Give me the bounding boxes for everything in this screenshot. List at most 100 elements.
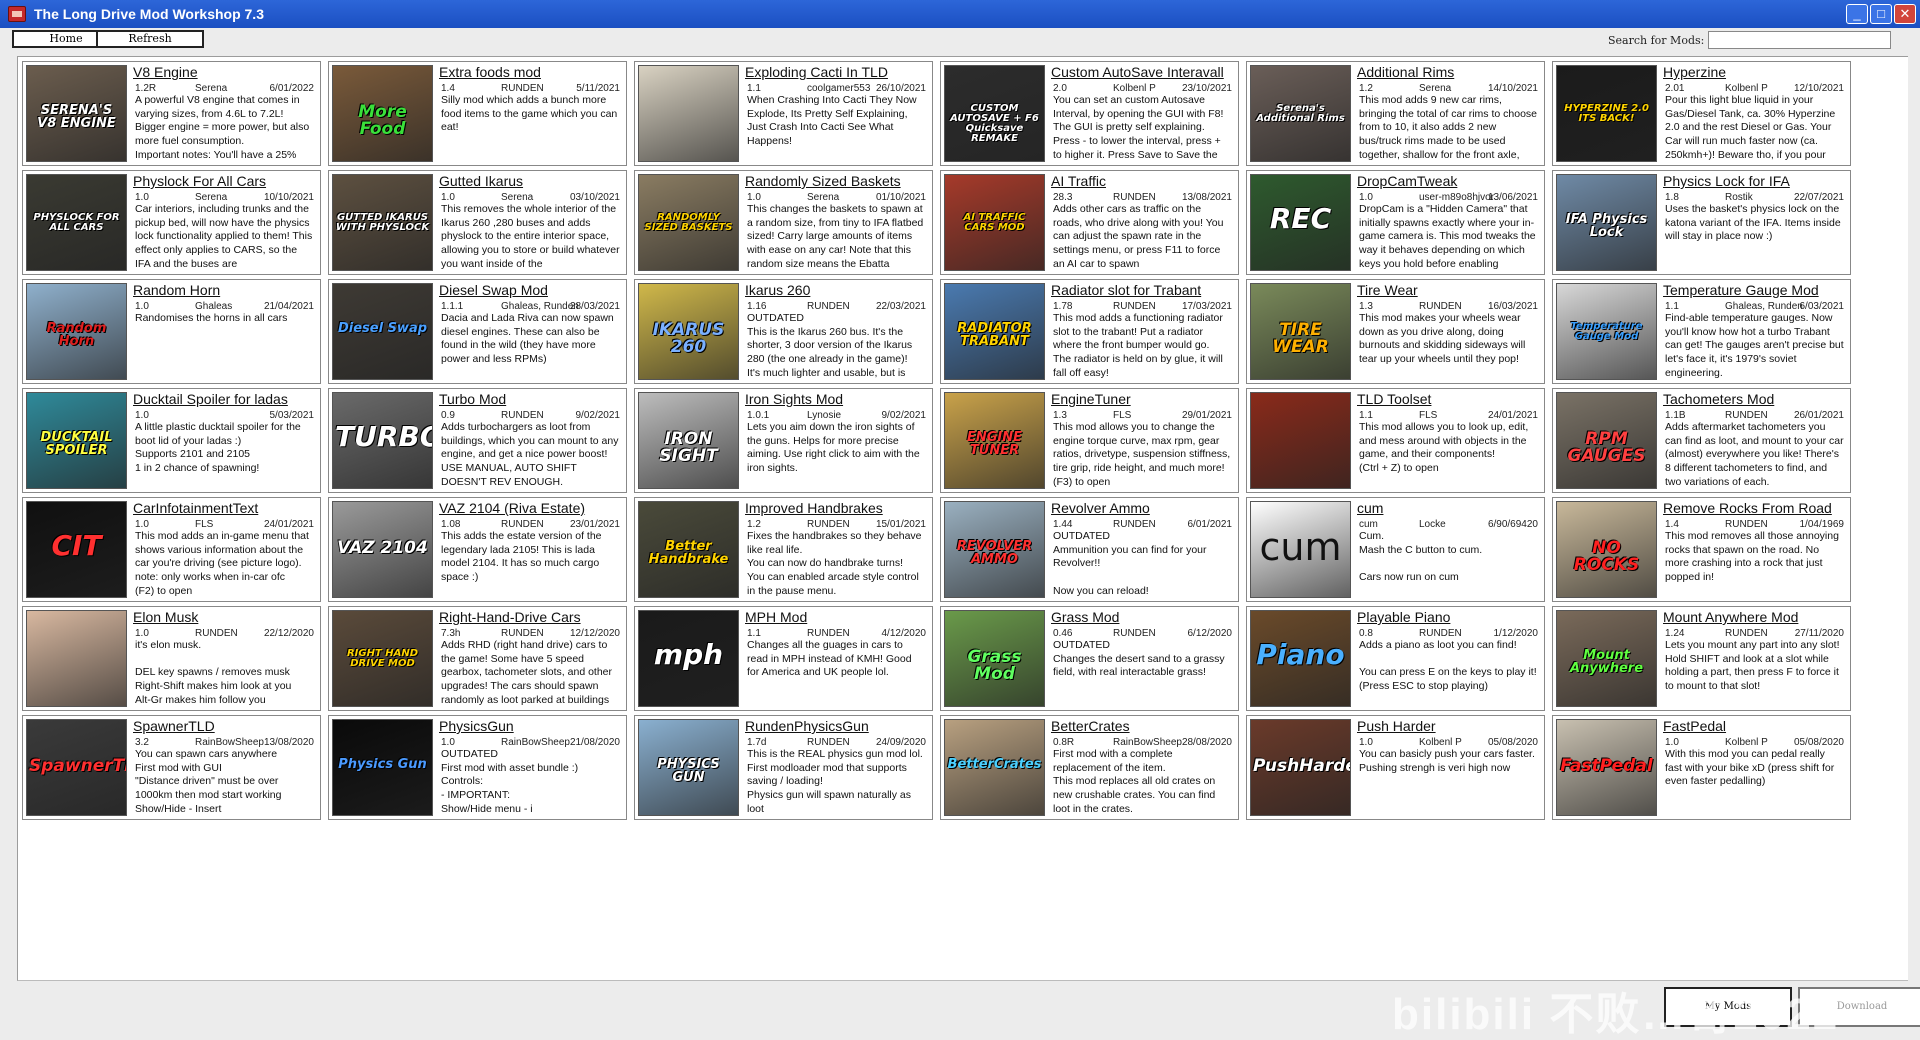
mod-title-link[interactable]: Randomly Sized Baskets [745,173,928,189]
mod-card[interactable]: Mount Anywhere Mount Anywhere Mod 1.24 RUND… [1552,606,1851,711]
mod-thumbnail[interactable]: FastPedal [1556,719,1657,816]
mod-title-link[interactable]: Ducktail Spoiler for ladas [133,391,316,407]
mod-card[interactable]: Elon Musk 1.0 RUNDEN 22/12/2020 it's elon mu… [22,606,321,711]
mod-title-link[interactable]: AI Traffic [1051,173,1234,189]
mod-thumbnail[interactable]: RANDOMLY SIZED BASKETS [638,174,739,271]
mod-title-link[interactable]: Elon Musk [133,609,316,625]
mod-card[interactable]: Physics Gun PhysicsGun 1.0 RainBowSheep 21/0… [328,715,627,820]
mod-card[interactable]: GUTTED IKARUS WITH PHYSLOCK Gutted Ikarus… [328,170,627,275]
mod-thumbnail[interactable]: VAZ 2104 [332,501,433,598]
mod-title-link[interactable]: V8 Engine [133,64,316,80]
my-mods-button[interactable]: My Mods [1664,987,1792,1027]
mod-card[interactable]: RADIATOR TRABANT Radiator slot for Traban… [940,279,1239,384]
mod-thumbnail[interactable]: NO ROCKS [1556,501,1657,598]
mod-thumbnail[interactable]: Physics Gun [332,719,433,816]
search-input[interactable] [1708,31,1891,49]
mod-card[interactable]: REC DropCamTweak 1.0 user-m89o8hjvor 13/06/2… [1246,170,1545,275]
mod-list-panel[interactable]: SERENA'S V8 ENGINE V8 Engine 1.2R Serena 6/0… [17,56,1908,981]
mod-card[interactable]: Exploding Cacti In TLD 1.1 coolgamer553 26/… [634,61,933,166]
mod-title-link[interactable]: Additional Rims [1357,64,1540,80]
mod-thumbnail[interactable]: RIGHT HAND DRIVE MOD [332,610,433,707]
mod-title-link[interactable]: Playable Piano [1357,609,1540,625]
mod-card[interactable]: Piano Playable Piano 0.8 RUNDEN 1/12/2020 Add… [1246,606,1545,711]
mod-title-link[interactable]: Physlock For All Cars [133,173,316,189]
maximize-button[interactable]: □ [1870,4,1892,24]
mod-title-link[interactable]: RundenPhysicsGun [745,718,928,734]
mod-title-link[interactable]: Extra foods mod [439,64,622,80]
mod-card[interactable]: IKARUS 260 Ikarus 260 1.16 RUNDEN 22/03/2021… [634,279,933,384]
minimize-button[interactable]: _ [1846,4,1868,24]
mod-title-link[interactable]: Iron Sights Mod [745,391,928,407]
mod-thumbnail[interactable]: ENGINE TUNER [944,392,1045,489]
mod-card[interactable]: Diesel Swap Diesel Swap Mod 1.1.1 Ghaleas, … [328,279,627,384]
mod-card[interactable]: Random Horn Random Horn 1.0 Ghaleas 21/04/20… [22,279,321,384]
mod-title-link[interactable]: CarInfotainmentText [133,500,316,516]
mod-card[interactable]: ENGINE TUNER EngineTuner 1.3 FLS 29/01/2021 T… [940,388,1239,493]
mod-title-link[interactable]: TLD Toolset [1357,391,1540,407]
mod-card[interactable]: BetterCrates BetterCrates 0.8R RainBowSheep… [940,715,1239,820]
mod-title-link[interactable]: Right-Hand-Drive Cars [439,609,622,625]
mod-card[interactable]: VAZ 2104 VAZ 2104 (Riva Estate) 1.08 RUNDEN… [328,497,627,602]
mod-title-link[interactable]: Turbo Mod [439,391,622,407]
mod-thumbnail[interactable]: GUTTED IKARUS WITH PHYSLOCK [332,174,433,271]
mod-thumbnail[interactable]: IFA Physics Lock [1556,174,1657,271]
mod-title-link[interactable]: Gutted Ikarus [439,173,622,189]
mod-title-link[interactable]: Improved Handbrakes [745,500,928,516]
mod-card[interactable]: CUSTOM AUTOSAVE + F6 Quicksave REMAKE Cus… [940,61,1239,166]
mod-title-link[interactable]: Exploding Cacti In TLD [745,64,928,80]
mod-thumbnail[interactable]: RADIATOR TRABANT [944,283,1045,380]
mod-title-link[interactable]: SpawnerTLD [133,718,316,734]
mod-card[interactable]: PHYSLOCK FOR ALL CARS Physlock For All Ca… [22,170,321,275]
mod-card[interactable]: RIGHT HAND DRIVE MOD Right-Hand-Drive Car… [328,606,627,711]
mod-thumbnail[interactable]: TURBO [332,392,433,489]
mod-title-link[interactable]: Custom AutoSave Interavall [1051,64,1234,80]
mod-thumbnail[interactable]: SERENA'S V8 ENGINE [26,65,127,162]
mod-title-link[interactable]: MPH Mod [745,609,928,625]
mod-card[interactable]: FastPedal FastPedal 1.0 Kolbenl P 05/08/2020… [1552,715,1851,820]
mod-title-link[interactable]: Tire Wear [1357,282,1540,298]
mod-thumbnail[interactable]: CIT [26,501,127,598]
mod-thumbnail[interactable]: RPM GAUGES [1556,392,1657,489]
mod-card[interactable]: PHYSICS GUN RundenPhysicsGun 1.7d RUNDEN 24/… [634,715,933,820]
mod-thumbnail[interactable]: Serena's Additional Rims [1250,65,1351,162]
mod-thumbnail[interactable]: Grass Mod [944,610,1045,707]
mod-card[interactable]: NO ROCKS Remove Rocks From Road 1.4 RUNDEN 1… [1552,497,1851,602]
mod-title-link[interactable]: BetterCrates [1051,718,1234,734]
mod-thumbnail[interactable] [26,610,127,707]
mod-thumbnail[interactable]: Piano [1250,610,1351,707]
mod-thumbnail[interactable]: Better Handbrake [638,501,739,598]
mod-title-link[interactable]: DropCamTweak [1357,173,1540,189]
mod-card[interactable]: CIT CarInfotainmentText 1.0 FLS 24/01/2021 Th… [22,497,321,602]
mod-thumbnail[interactable]: HYPERZINE 2.0 ITS BACK! [1556,65,1657,162]
mod-thumbnail[interactable]: Random Horn [26,283,127,380]
mod-card[interactable]: SpawnerTLD SpawnerTLD 3.2 RainBowSheep13/08… [22,715,321,820]
mod-thumbnail[interactable]: cum [1250,501,1351,598]
mod-thumbnail[interactable] [1250,392,1351,489]
mod-card[interactable]: Grass Mod Grass Mod 0.46 RUNDEN 6/12/2020 OUT… [940,606,1239,711]
mod-title-link[interactable]: Push Harder [1357,718,1540,734]
mod-thumbnail[interactable]: IKARUS 260 [638,283,739,380]
mod-thumbnail[interactable]: More Food [332,65,433,162]
mod-card[interactable]: RPM GAUGES Tachometers Mod 1.1B RUNDEN 26/01… [1552,388,1851,493]
mod-title-link[interactable]: Hyperzine [1663,64,1846,80]
mod-thumbnail[interactable]: SpawnerTLD [26,719,127,816]
mod-thumbnail[interactable]: AI TRAFFIC CARS MOD [944,174,1045,271]
mod-thumbnail[interactable]: TIRE WEAR [1250,283,1351,380]
mod-card[interactable]: mph MPH Mod 1.1 RUNDEN 4/12/2020 Changes all … [634,606,933,711]
mod-card[interactable]: DUCKTAIL SPOILER Ducktail Spoiler for lad… [22,388,321,493]
mod-card[interactable]: REVOLVER AMMO Revolver Ammo 1.44 RUNDEN 6/01… [940,497,1239,602]
mod-title-link[interactable]: Ikarus 260 [745,282,928,298]
mod-thumbnail[interactable]: PushHarder [1250,719,1351,816]
mod-title-link[interactable]: VAZ 2104 (Riva Estate) [439,500,622,516]
mod-title-link[interactable]: cum [1357,500,1540,516]
mod-thumbnail[interactable]: PHYSLOCK FOR ALL CARS [26,174,127,271]
mod-card[interactable]: Temperature Gauge Mod Temperature Gauge M… [1552,279,1851,384]
mod-title-link[interactable]: Random Horn [133,282,316,298]
mod-card[interactable]: HYPERZINE 2.0 ITS BACK! Hyperzine 2.01 Kolb… [1552,61,1851,166]
mod-title-link[interactable]: Remove Rocks From Road [1663,500,1846,516]
mod-card[interactable]: More Food Extra foods mod 1.4 RUNDEN 5/11/20… [328,61,627,166]
mod-title-link[interactable]: PhysicsGun [439,718,622,734]
mod-thumbnail[interactable]: PHYSICS GUN [638,719,739,816]
mod-title-link[interactable]: Physics Lock for IFA [1663,173,1846,189]
mod-card[interactable]: IFA Physics Lock Physics Lock for IFA 1.8 R… [1552,170,1851,275]
